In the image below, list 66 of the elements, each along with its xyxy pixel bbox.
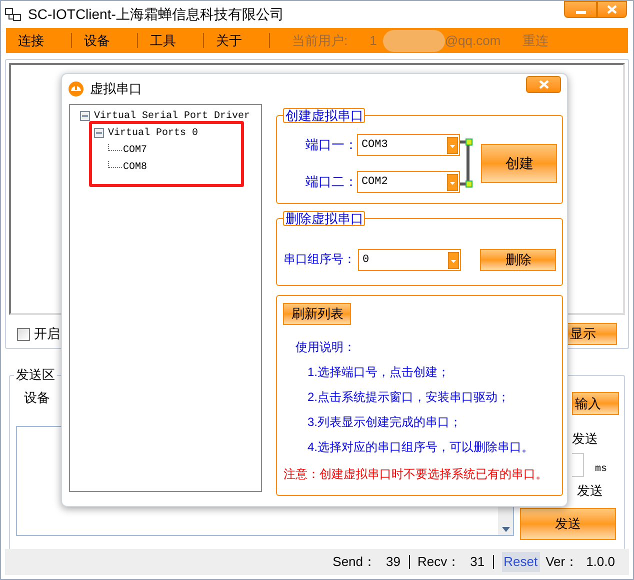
input-button[interactable]: 输入 [572,392,619,415]
minimize-button[interactable] [564,1,597,18]
collapse-icon[interactable] [94,128,104,138]
minimize-icon [576,11,586,14]
status-label: Recv： [418,553,460,572]
field-label: 端口二： [305,173,358,192]
close-icon [538,80,548,89]
menu-item[interactable]: 设备 [72,33,138,48]
menu-item[interactable]: 连接 [6,33,72,48]
collapse-icon[interactable] [80,111,90,121]
tree-item[interactable]: Virtual Ports 0 [108,126,198,140]
connector-drawing [460,138,474,188]
tree-item[interactable]: Virtual Serial Port Driver [94,110,250,122]
device-list-label: 设备 [24,389,50,407]
option-label: 发送 [576,482,604,500]
field-label: 端口一： [305,136,358,154]
option-label: 发送 [572,430,599,448]
help-heading: 使用说明： [295,339,356,356]
close-icon [607,5,617,14]
status-value: 1.0.0 [586,553,615,572]
field-label: 串口组序号： [283,251,356,268]
create-button[interactable]: 创建 [481,144,558,183]
tree-item[interactable]: COM7 [123,144,148,156]
dropdown-value: COM2 [361,174,388,190]
help-step: 4.选择对应的串口组序号，可以删除串口。 [307,438,562,456]
dropdown-arrow-icon [447,174,458,190]
menu-item[interactable]: 关于 [204,33,270,48]
dropdown[interactable]: COM3 [357,134,460,156]
scroll-down-icon [502,526,510,532]
status-label: Send： [332,553,376,572]
delete-button[interactable]: 删除 [480,249,556,271]
dropdown-arrow-icon [448,252,460,268]
menu-item[interactable]: 工具 [138,33,204,48]
group-title: 删除虚拟串口 [283,211,366,226]
dropdown[interactable]: COM2 [357,171,460,193]
help-step: 2.点击系统提示窗口，安装串口驱动； [307,388,562,406]
status-value: 39 [386,553,400,572]
reset-link[interactable]: Reset [502,552,540,572]
send-button[interactable]: 发送 [520,508,616,540]
unit-label: ms [595,462,608,476]
group-title: 创建虚拟串口 [283,108,366,123]
interval-field[interactable] [572,452,584,476]
dropdown[interactable]: 0 [358,249,462,271]
dialog-title: 虚拟串口 [90,80,142,98]
dropdown-value: 0 [362,252,370,268]
app-icon [5,8,21,22]
tree-item[interactable]: COM8 [123,160,148,174]
window-title: SC-IOTClient-上海霜蝉信息科技有限公司 [28,5,284,24]
dropdown-value: COM3 [361,138,388,153]
dropdown-arrow-icon [447,136,458,154]
status-label: Ver： [546,553,578,572]
help-step: 3.列表显示创建完成的串口； [307,413,562,431]
warning-note: 注意：创建虚拟串口时不要选择系统已有的串口。 [283,466,548,483]
checkbox-label: 开启 [34,325,60,344]
checkbox[interactable] [17,328,30,340]
dialog-icon [68,81,84,97]
user-label: 当前用户: [292,32,348,50]
show-button[interactable]: 显示 [567,323,617,345]
status-value: 31 [470,553,485,572]
user-account-text: @qq.com [444,32,501,50]
close-button[interactable] [597,1,627,18]
user-account-text: 1 [370,32,377,50]
close-button[interactable] [526,76,561,93]
refresh-list-button[interactable]: 刷新列表 [283,303,352,325]
redaction-blur [382,30,445,52]
help-step: 1.选择端口号，点击创建； [307,363,562,381]
